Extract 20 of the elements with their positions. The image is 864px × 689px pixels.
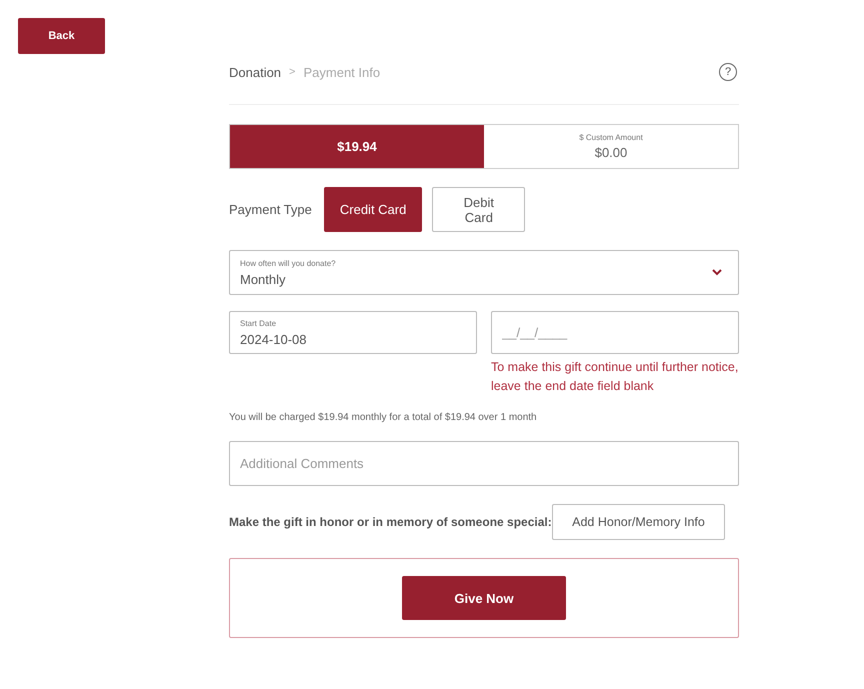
custom-amount-option[interactable]: $ Custom Amount $0.00	[484, 125, 738, 168]
end-date-hint: To make this gift continue until further notice, leave the end date field blank	[491, 359, 739, 395]
payment-type-button[interactable]: Debit Card	[432, 187, 526, 232]
add-honor-button[interactable]: Add Honor/Memory Info	[552, 504, 725, 540]
breadcrumb-current: Payment Info	[303, 64, 380, 80]
honor-label: Make the gift in honor or in memory of someone special:	[229, 515, 552, 529]
breadcrumb-link[interactable]: Donation	[229, 64, 282, 80]
payment-type-label: Payment Type	[229, 202, 312, 217]
back-button[interactable]: Back	[18, 18, 105, 54]
give-now-button[interactable]: Give Now	[402, 576, 566, 620]
charge-summary: You will be charged $19.94 monthly for a total of $19.94 over 1 month	[229, 412, 538, 423]
chevron-down-icon	[712, 269, 722, 276]
payment-type-button[interactable]: Credit Card	[324, 187, 422, 232]
breadcrumb-separator: >	[289, 66, 296, 78]
help-icon[interactable]: ?	[719, 63, 737, 81]
end-date-field[interactable]: __/__/____	[491, 311, 739, 354]
comments-field[interactable]: Additional Comments	[229, 441, 739, 486]
amount-option[interactable]: $19.94	[230, 125, 484, 168]
frequency-dropdown[interactable]: How often will you donate? Monthly	[229, 250, 739, 295]
start-date-field[interactable]: Start Date 2024-10-08	[229, 311, 477, 354]
